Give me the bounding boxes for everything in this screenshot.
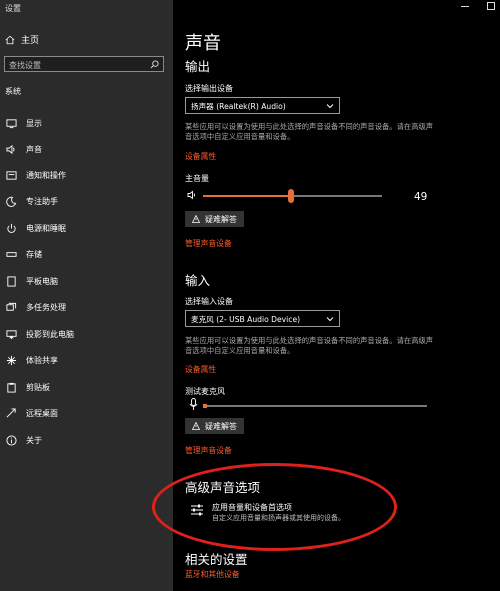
sidebar-item-label: 专注助手 (26, 196, 58, 206)
sidebar-item-shared-experiences[interactable]: 体验共享 (0, 348, 173, 372)
speaker-volume-icon (187, 190, 195, 200)
input-manage-devices-link[interactable]: 管理声音设备 (185, 445, 232, 456)
input-troubleshoot-button[interactable]: 疑难解答 (185, 418, 244, 434)
sidebar-item-sound[interactable]: 声音 (0, 137, 173, 161)
troubleshoot-label: 疑难解答 (205, 421, 237, 431)
input-device-properties-link[interactable]: 设备属性 (185, 364, 216, 375)
chevron-down-icon (326, 104, 334, 109)
home-label: 主页 (21, 36, 40, 46)
speaker-icon (5, 143, 17, 155)
title-bar: 设置 (0, 0, 500, 16)
input-device-select[interactable]: 麦克风 (2- USB Audio Device) (185, 310, 340, 327)
sidebar-item-multitasking[interactable]: 多任务处理 (0, 295, 173, 319)
minimize-icon[interactable] (458, 0, 472, 10)
output-heading: 输出 (185, 59, 211, 74)
sidebar-item-label: 电源和睡眠 (26, 223, 66, 233)
sidebar-item-storage[interactable]: 存储 (0, 242, 173, 266)
chevron-down-icon (326, 317, 334, 322)
search-icon[interactable] (150, 60, 159, 69)
sidebar-item-notifications[interactable]: 通知和操作 (0, 163, 173, 187)
sidebar-item-clipboard[interactable]: 剪贴板 (0, 375, 173, 399)
output-manage-devices-link[interactable]: 管理声音设备 (185, 238, 232, 249)
microphone-level-fill (203, 404, 207, 408)
input-device-label: 选择输入设备 (185, 297, 233, 306)
share-icon (5, 354, 17, 366)
window-title: 设置 (5, 4, 21, 13)
sidebar-item-label: 显示 (26, 118, 42, 128)
output-device-properties-link[interactable]: 设备属性 (185, 151, 216, 162)
troubleshoot-label: 疑难解答 (205, 214, 237, 224)
master-volume-label: 主音量 (185, 174, 209, 183)
multitask-icon (5, 301, 17, 313)
search-input[interactable]: 查找设置 (4, 56, 164, 72)
page-title: 声音 (185, 33, 221, 54)
notification-icon (5, 169, 17, 181)
power-icon (5, 222, 17, 234)
sidebar-item-remote-desktop[interactable]: 远程桌面 (0, 401, 173, 425)
sidebar-item-display[interactable]: 显示 (0, 111, 173, 135)
sidebar-item-label: 剪贴板 (26, 382, 50, 392)
master-volume-thumb[interactable] (287, 189, 294, 203)
test-microphone-label: 测试麦克风 (185, 387, 225, 396)
sidebar-item-label: 多任务处理 (26, 302, 66, 312)
remote-icon (5, 407, 17, 419)
output-description: 某些应用可以设置为使用与此处选择的声音设备不同的声音设备。请在高级声音选项中自定… (185, 122, 434, 141)
sidebar-item-label: 平板电脑 (26, 276, 58, 286)
warning-icon (192, 215, 200, 223)
sidebar-item-label: 存储 (26, 249, 42, 259)
drive-icon (5, 248, 17, 260)
input-heading: 输入 (185, 273, 211, 288)
clipboard-icon (5, 381, 17, 393)
search-placeholder: 查找设置 (9, 61, 41, 70)
sidebar: 主页 查找设置 系统 显示 声音 通知和操作 专注助手 电源和睡眠 存储 平板电… (0, 0, 173, 591)
output-troubleshoot-button[interactable]: 疑难解答 (185, 211, 244, 227)
related-settings-heading: 相关的设置 (185, 552, 248, 567)
warning-icon (192, 422, 200, 430)
project-icon (5, 328, 17, 340)
output-device-value: 扬声器 (Realtek(R) Audio) (191, 102, 286, 111)
section-label: 系统 (5, 87, 21, 96)
sidebar-item-label: 远程桌面 (26, 408, 58, 418)
microphone-level-track (203, 405, 427, 407)
tablet-icon (5, 275, 17, 287)
sidebar-item-label: 声音 (26, 144, 42, 154)
output-device-select[interactable]: 扬声器 (Realtek(R) Audio) (185, 97, 340, 114)
microphone-icon (189, 398, 198, 410)
master-volume-fill (203, 195, 291, 197)
highlight-ellipse (152, 463, 397, 551)
sidebar-item-label: 投影到此电脑 (26, 329, 74, 339)
bluetooth-devices-link[interactable]: 蓝牙和其他设备 (185, 569, 240, 580)
sidebar-item-tablet[interactable]: 平板电脑 (0, 269, 173, 293)
input-device-value: 麦克风 (2- USB Audio Device) (191, 315, 301, 324)
info-icon (5, 434, 17, 446)
sidebar-item-power[interactable]: 电源和睡眠 (0, 216, 173, 240)
sidebar-item-focus[interactable]: 专注助手 (0, 189, 173, 213)
monitor-icon (5, 117, 17, 129)
output-device-label: 选择输出设备 (185, 84, 233, 93)
moon-icon (5, 195, 17, 207)
sidebar-item-label: 关于 (26, 435, 42, 445)
volume-value: 49 (414, 191, 428, 203)
sidebar-item-projecting[interactable]: 投影到此电脑 (0, 322, 173, 346)
input-description: 某些应用可以设置为使用与此处选择的声音设备不同的声音设备。请在高级声音选项中自定… (185, 336, 434, 355)
sidebar-item-label: 通知和操作 (26, 170, 66, 180)
sidebar-item-about[interactable]: 关于 (0, 428, 173, 452)
home-link[interactable]: 主页 (5, 33, 39, 46)
home-icon (5, 35, 15, 44)
maximize-icon[interactable] (484, 0, 498, 10)
sidebar-item-label: 体验共享 (26, 355, 58, 365)
